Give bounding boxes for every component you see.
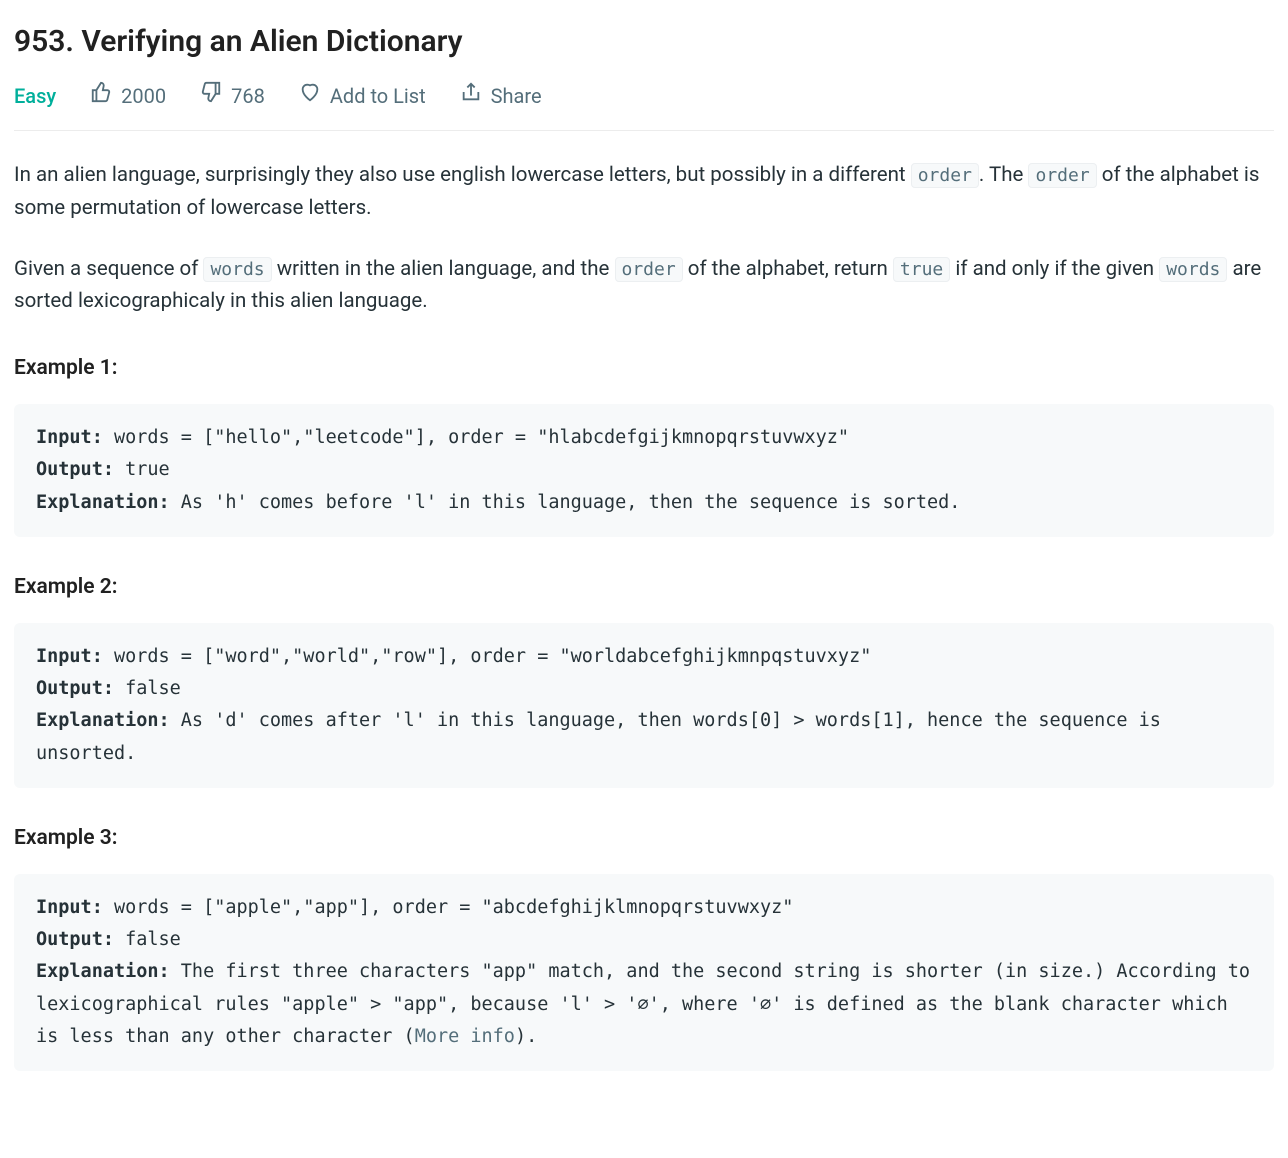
dislike-count: 768 xyxy=(231,80,265,112)
add-to-list-button[interactable]: Add to List xyxy=(299,80,426,112)
input-label: Input: xyxy=(36,646,103,667)
code-order: order xyxy=(1028,163,1096,188)
add-to-list-label: Add to List xyxy=(330,80,426,112)
code-order: order xyxy=(615,257,683,282)
output-label: Output: xyxy=(36,459,114,480)
example-input: words = ["hello","leetcode"], order = "h… xyxy=(103,427,849,448)
more-info-link[interactable]: More info xyxy=(415,1026,515,1047)
description-paragraph: In an alien language, surprisingly they … xyxy=(14,159,1274,225)
example-output: false xyxy=(114,929,181,950)
explanation-label: Explanation: xyxy=(36,492,170,513)
example-block: Input: words = ["word","world","row"], o… xyxy=(14,623,1274,789)
difficulty-badge: Easy xyxy=(14,80,56,112)
share-label: Share xyxy=(491,80,542,112)
example-output: true xyxy=(114,459,170,480)
example-input: words = ["word","world","row"], order = … xyxy=(103,646,872,667)
share-button[interactable]: Share xyxy=(460,80,542,112)
like-button[interactable]: 2000 xyxy=(90,80,166,112)
explanation-label: Explanation: xyxy=(36,710,170,731)
description-paragraph: Given a sequence of words written in the… xyxy=(14,253,1274,319)
code-true: true xyxy=(893,257,950,282)
problem-title: 953. Verifying an Alien Dictionary xyxy=(14,18,1274,66)
share-icon xyxy=(460,80,482,112)
example-block: Input: words = ["apple","app"], order = … xyxy=(14,874,1274,1072)
example-heading: Example 1: xyxy=(14,352,1274,386)
meta-row: Easy 2000 768 Add to List Share xyxy=(14,80,1274,131)
example-explanation: As 'd' comes after 'l' in this language,… xyxy=(36,710,1172,763)
input-label: Input: xyxy=(36,427,103,448)
example-heading: Example 3: xyxy=(14,822,1274,856)
text: of the alphabet, return xyxy=(683,257,893,281)
example-heading: Example 2: xyxy=(14,571,1274,605)
example-block: Input: words = ["hello","leetcode"], ord… xyxy=(14,404,1274,537)
dislike-button[interactable]: 768 xyxy=(200,80,265,112)
text: In an alien language, surprisingly they … xyxy=(14,163,911,187)
example-output: false xyxy=(114,678,181,699)
text: Given a sequence of xyxy=(14,257,203,281)
problem-description: In an alien language, surprisingly they … xyxy=(14,159,1274,318)
input-label: Input: xyxy=(36,897,103,918)
thumbs-up-icon xyxy=(90,80,112,112)
text: if and only if the given xyxy=(950,257,1159,281)
output-label: Output: xyxy=(36,929,114,950)
example-explanation: The first three characters "app" match, … xyxy=(36,961,1261,1047)
example-input: words = ["apple","app"], order = "abcdef… xyxy=(103,897,794,918)
example-explanation: As 'h' comes before 'l' in this language… xyxy=(170,492,961,513)
text: . The xyxy=(979,163,1029,187)
example-explanation: ). xyxy=(515,1026,537,1047)
code-order: order xyxy=(911,163,979,188)
output-label: Output: xyxy=(36,678,114,699)
like-count: 2000 xyxy=(121,80,166,112)
code-words: words xyxy=(1159,257,1227,282)
explanation-label: Explanation: xyxy=(36,961,170,982)
thumbs-down-icon xyxy=(200,80,222,112)
heart-icon xyxy=(299,80,321,112)
text: written in the alien language, and the xyxy=(272,257,615,281)
code-words: words xyxy=(203,257,271,282)
